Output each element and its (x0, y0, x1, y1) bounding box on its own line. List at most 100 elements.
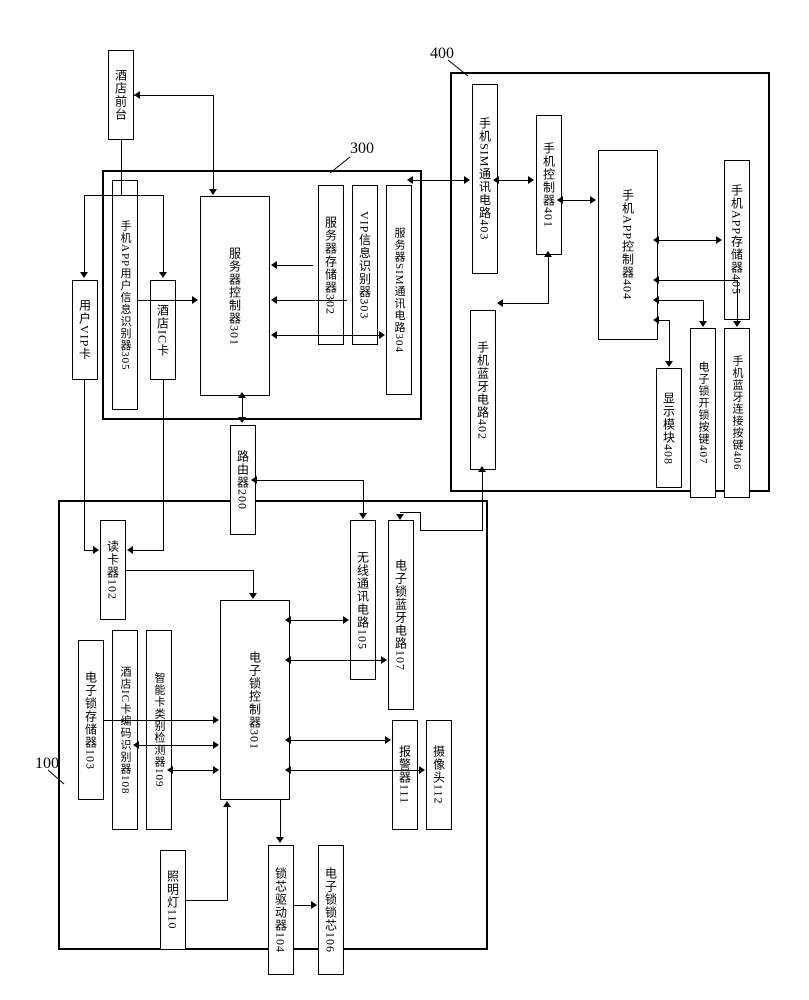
text: 报警器111 (397, 745, 414, 804)
box-phone-unlock-button: 电子锁开锁按键407 (690, 328, 716, 498)
arrow (280, 800, 281, 838)
arrowhead (653, 276, 659, 284)
leader-line (48, 768, 68, 788)
arrowhead (285, 616, 291, 624)
arrowhead (653, 236, 659, 244)
arrow (163, 380, 164, 550)
text: VIP信息识别器303 (357, 211, 374, 319)
arrowhead (285, 736, 291, 744)
arrowhead (238, 417, 246, 423)
arrowhead (271, 296, 277, 304)
arrow (84, 380, 85, 550)
arrow (420, 512, 421, 531)
arrow (658, 300, 704, 301)
arrowhead (213, 766, 219, 774)
arrowhead (271, 331, 277, 339)
arrowhead (464, 176, 470, 184)
text: 酒店IC卡 (155, 304, 172, 357)
arrowhead (733, 321, 741, 327)
arrowhead (557, 196, 563, 204)
arrow (482, 470, 483, 530)
arrow (420, 530, 483, 531)
arrow (132, 550, 164, 551)
box-wireless: 无线通讯电路105 (350, 520, 376, 680)
leader-line (330, 155, 360, 175)
arrow (658, 280, 738, 281)
arrowhead (134, 91, 140, 99)
text: 手机APP存储器405 (729, 184, 746, 295)
text: 电子锁开锁按键407 (695, 361, 711, 465)
arrowhead (544, 251, 552, 257)
arrowhead (379, 331, 385, 339)
box-lamp: 照明灯110 (160, 850, 186, 950)
arrow (163, 195, 164, 273)
box-phone-bluetooth: 手机蓝牙电路402 (470, 310, 496, 470)
arrow (312, 265, 313, 266)
box-phone-app-controller: 手机APP控制器404 (598, 150, 658, 340)
arrow (290, 620, 344, 621)
arrow (276, 300, 346, 301)
arrowhead (80, 272, 88, 278)
box-lock-core: 电子锁锁芯106 (318, 845, 344, 975)
arrowhead (665, 361, 673, 367)
text: 手机APP控制器404 (620, 189, 637, 300)
arrow (703, 300, 704, 322)
arrow (290, 660, 382, 661)
text: 电子锁控制器301 (247, 651, 264, 750)
text: 显示模块408 (661, 392, 678, 465)
arrowhead (276, 837, 284, 843)
arrow (290, 740, 386, 741)
text: 酒店前台 (113, 69, 130, 121)
arrow (346, 300, 347, 301)
arrow (412, 180, 465, 181)
text: 无线通讯电路105 (355, 551, 372, 650)
arrowhead (223, 801, 231, 807)
box-lock-controller: 电子锁控制器301 (220, 600, 290, 800)
box-server-storage: 服务器存储器302 (318, 185, 344, 345)
arrow (172, 770, 214, 771)
arrowhead (133, 741, 139, 749)
text: 服务器控制器301 (227, 247, 244, 346)
arrow (363, 480, 364, 514)
arrow (138, 745, 214, 746)
arrowhead (396, 514, 404, 520)
leader-line (448, 58, 478, 78)
arrow (84, 195, 164, 196)
box-phone-display: 显示模块408 (656, 368, 682, 488)
arrow (84, 195, 85, 273)
text: 用户VIP卡 (77, 299, 94, 360)
arrow (562, 200, 591, 201)
arrow (276, 265, 312, 266)
arrow (213, 95, 214, 190)
text: 路由器200 (235, 450, 252, 510)
arrow (502, 303, 549, 304)
arrowhead (238, 392, 246, 398)
arrow (548, 255, 549, 303)
arrow (737, 280, 738, 322)
text: 锁芯驱动器104 (273, 867, 290, 953)
box-camera: 摄像头112 (426, 720, 452, 830)
arrowhead (285, 656, 291, 664)
text: 电子锁锁芯106 (323, 867, 340, 953)
arrow (498, 180, 529, 181)
box-ic-identifier: 酒店IC卡编码识别器108 (112, 630, 138, 830)
text: 手机APP用户信息识别器305 (117, 220, 133, 371)
text: 电子锁蓝牙电路107 (393, 559, 410, 671)
text: 读卡器102 (105, 540, 122, 600)
text: 手机蓝牙连接按键406 (729, 355, 745, 471)
arrow (400, 512, 421, 513)
arrowhead (419, 766, 425, 774)
text: 照明灯110 (165, 870, 182, 930)
arrowhead (343, 616, 349, 624)
box-lock-storage: 电子锁存储器103 (78, 640, 104, 800)
arrowhead (478, 466, 486, 472)
box-phone-controller: 手机控制器401 (536, 115, 562, 255)
arrowhead (213, 741, 219, 749)
text: 智能卡类别检测器109 (151, 672, 167, 788)
arrow (121, 140, 122, 195)
arrowhead (251, 476, 257, 484)
arrowhead (699, 321, 707, 327)
arrow (186, 900, 228, 901)
arrowhead (590, 196, 596, 204)
text: 手机蓝牙电路402 (475, 341, 492, 440)
